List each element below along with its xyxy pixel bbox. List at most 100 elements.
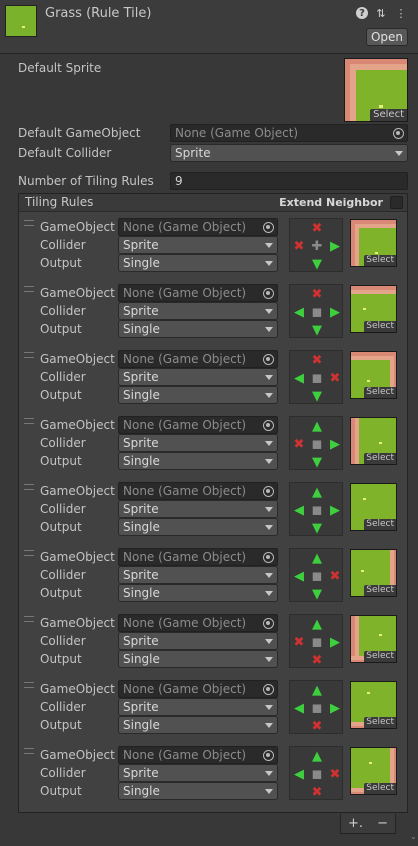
- neighbor-arrow-right-icon[interactable]: ▶: [326, 699, 344, 717]
- neighbor-arrow-down-icon[interactable]: ▼: [308, 585, 326, 603]
- select-button[interactable]: Select: [364, 519, 396, 530]
- neighbor-arrow-right-icon[interactable]: ▶: [326, 237, 344, 255]
- neighbor-arrow-left-icon[interactable]: ◀: [290, 303, 308, 321]
- center-transform-icon[interactable]: ◼: [308, 633, 326, 651]
- rule-collider-dropdown[interactable]: Sprite: [118, 566, 278, 584]
- neighbor-grid[interactable]: ▲ ✖ ✖ ▶ ◼: [289, 614, 343, 668]
- default-collider-dropdown[interactable]: Sprite: [170, 144, 408, 162]
- neighbor-arrow-down-icon[interactable]: ▼: [308, 321, 326, 339]
- neighbor-arrow-down-icon[interactable]: ▼: [308, 255, 326, 273]
- rule-gameobject-field[interactable]: None (Game Object): [118, 350, 278, 368]
- drag-handle-icon[interactable]: [24, 418, 34, 424]
- open-button[interactable]: Open: [366, 28, 408, 46]
- neighbor-arrow-up-icon[interactable]: ▲: [308, 483, 326, 501]
- neighbor-grid[interactable]: ▲ ✖ ◀ ▶ ◼: [289, 680, 343, 734]
- not-neighbor-x-icon[interactable]: ✖: [308, 351, 326, 369]
- neighbor-grid[interactable]: ✖ ▼ ◀ ▶ ◼: [289, 284, 343, 338]
- rule-sprite-slot[interactable]: Select: [350, 219, 397, 267]
- center-transform-icon[interactable]: ◼: [308, 369, 326, 387]
- select-button[interactable]: Select: [370, 109, 407, 121]
- default-gameobject-field[interactable]: None (Game Object): [170, 124, 408, 142]
- center-transform-icon[interactable]: ◼: [308, 699, 326, 717]
- rule-output-dropdown[interactable]: Single: [118, 716, 278, 734]
- help-icon[interactable]: ?: [356, 7, 368, 19]
- more-icon[interactable]: ⋮: [394, 6, 408, 20]
- number-rules-input[interactable]: 9: [170, 172, 408, 190]
- rule-gameobject-field[interactable]: None (Game Object): [118, 284, 278, 302]
- neighbor-arrow-up-icon[interactable]: ▲: [308, 681, 326, 699]
- neighbor-arrow-right-icon[interactable]: ▶: [326, 633, 344, 651]
- scroll-down-icon[interactable]: ⌄: [410, 832, 417, 841]
- neighbor-arrow-up-icon[interactable]: ▲: [308, 549, 326, 567]
- rule-collider-dropdown[interactable]: Sprite: [118, 500, 278, 518]
- rule-collider-dropdown[interactable]: Sprite: [118, 302, 278, 320]
- select-button[interactable]: Select: [364, 585, 396, 596]
- add-rule-button[interactable]: +.: [348, 816, 363, 831]
- rule-collider-dropdown[interactable]: Sprite: [118, 698, 278, 716]
- drag-handle-icon[interactable]: [24, 748, 34, 754]
- select-button[interactable]: Select: [364, 783, 396, 794]
- rule-output-dropdown[interactable]: Single: [118, 782, 278, 800]
- rule-output-dropdown[interactable]: Single: [118, 254, 278, 272]
- rule-collider-dropdown[interactable]: Sprite: [118, 764, 278, 782]
- neighbor-grid[interactable]: ✖ ▼ ◀ ✖ ◼: [289, 350, 343, 404]
- not-neighbor-x-icon[interactable]: ✖: [326, 765, 344, 783]
- center-transform-icon[interactable]: ✚: [308, 237, 326, 255]
- neighbor-arrow-down-icon[interactable]: ▼: [308, 387, 326, 405]
- neighbor-arrow-left-icon[interactable]: ◀: [290, 369, 308, 387]
- neighbor-arrow-up-icon[interactable]: ▲: [308, 417, 326, 435]
- not-neighbor-x-icon[interactable]: ✖: [290, 435, 308, 453]
- rule-output-dropdown[interactable]: Single: [118, 584, 278, 602]
- neighbor-arrow-down-icon[interactable]: ▼: [308, 453, 326, 471]
- not-neighbor-x-icon[interactable]: ✖: [308, 219, 326, 237]
- rule-output-dropdown[interactable]: Single: [118, 320, 278, 338]
- rule-sprite-slot[interactable]: Select: [350, 747, 397, 795]
- neighbor-arrow-right-icon[interactable]: ▶: [326, 435, 344, 453]
- neighbor-arrow-right-icon[interactable]: ▶: [326, 303, 344, 321]
- neighbor-arrow-left-icon[interactable]: ◀: [290, 699, 308, 717]
- object-picker-icon[interactable]: [263, 750, 274, 761]
- center-transform-icon[interactable]: ◼: [308, 567, 326, 585]
- object-picker-icon[interactable]: [263, 486, 274, 497]
- select-button[interactable]: Select: [364, 651, 396, 662]
- rule-collider-dropdown[interactable]: Sprite: [118, 368, 278, 386]
- remove-rule-button[interactable]: −: [377, 816, 388, 831]
- object-picker-icon[interactable]: [263, 288, 274, 299]
- neighbor-grid[interactable]: ▲ ▼ ✖ ▶ ◼: [289, 416, 343, 470]
- rule-output-dropdown[interactable]: Single: [118, 518, 278, 536]
- rule-collider-dropdown[interactable]: Sprite: [118, 236, 278, 254]
- select-button[interactable]: Select: [364, 717, 396, 728]
- object-picker-icon[interactable]: [393, 128, 404, 139]
- rule-output-dropdown[interactable]: Single: [118, 650, 278, 668]
- not-neighbor-x-icon[interactable]: ✖: [308, 285, 326, 303]
- neighbor-arrow-left-icon[interactable]: ◀: [290, 501, 308, 519]
- drag-handle-icon[interactable]: [24, 484, 34, 490]
- center-transform-icon[interactable]: ◼: [308, 765, 326, 783]
- object-picker-icon[interactable]: [263, 222, 274, 233]
- neighbor-arrow-left-icon[interactable]: ◀: [290, 567, 308, 585]
- not-neighbor-x-icon[interactable]: ✖: [326, 369, 344, 387]
- neighbor-arrow-left-icon[interactable]: ◀: [290, 765, 308, 783]
- rule-gameobject-field[interactable]: None (Game Object): [118, 746, 278, 764]
- drag-handle-icon[interactable]: [24, 550, 34, 556]
- drag-handle-icon[interactable]: [24, 286, 34, 292]
- select-button[interactable]: Select: [364, 321, 396, 332]
- select-button[interactable]: Select: [364, 255, 396, 266]
- rule-gameobject-field[interactable]: None (Game Object): [118, 482, 278, 500]
- rule-collider-dropdown[interactable]: Sprite: [118, 632, 278, 650]
- select-button[interactable]: Select: [364, 387, 396, 398]
- not-neighbor-x-icon[interactable]: ✖: [326, 567, 344, 585]
- rule-gameobject-field[interactable]: None (Game Object): [118, 218, 278, 236]
- rule-collider-dropdown[interactable]: Sprite: [118, 434, 278, 452]
- rule-gameobject-field[interactable]: None (Game Object): [118, 416, 278, 434]
- neighbor-grid[interactable]: ✖ ▼ ✖ ▶ ✚: [289, 218, 343, 272]
- rule-sprite-slot[interactable]: Select: [350, 549, 397, 597]
- drag-handle-icon[interactable]: [24, 220, 34, 226]
- rule-output-dropdown[interactable]: Single: [118, 386, 278, 404]
- center-transform-icon[interactable]: ◼: [308, 435, 326, 453]
- neighbor-arrow-down-icon[interactable]: ▼: [308, 519, 326, 537]
- drag-handle-icon[interactable]: [24, 352, 34, 358]
- not-neighbor-x-icon[interactable]: ✖: [308, 783, 326, 801]
- neighbor-arrow-up-icon[interactable]: ▲: [308, 615, 326, 633]
- default-sprite-slot[interactable]: Select: [344, 58, 408, 122]
